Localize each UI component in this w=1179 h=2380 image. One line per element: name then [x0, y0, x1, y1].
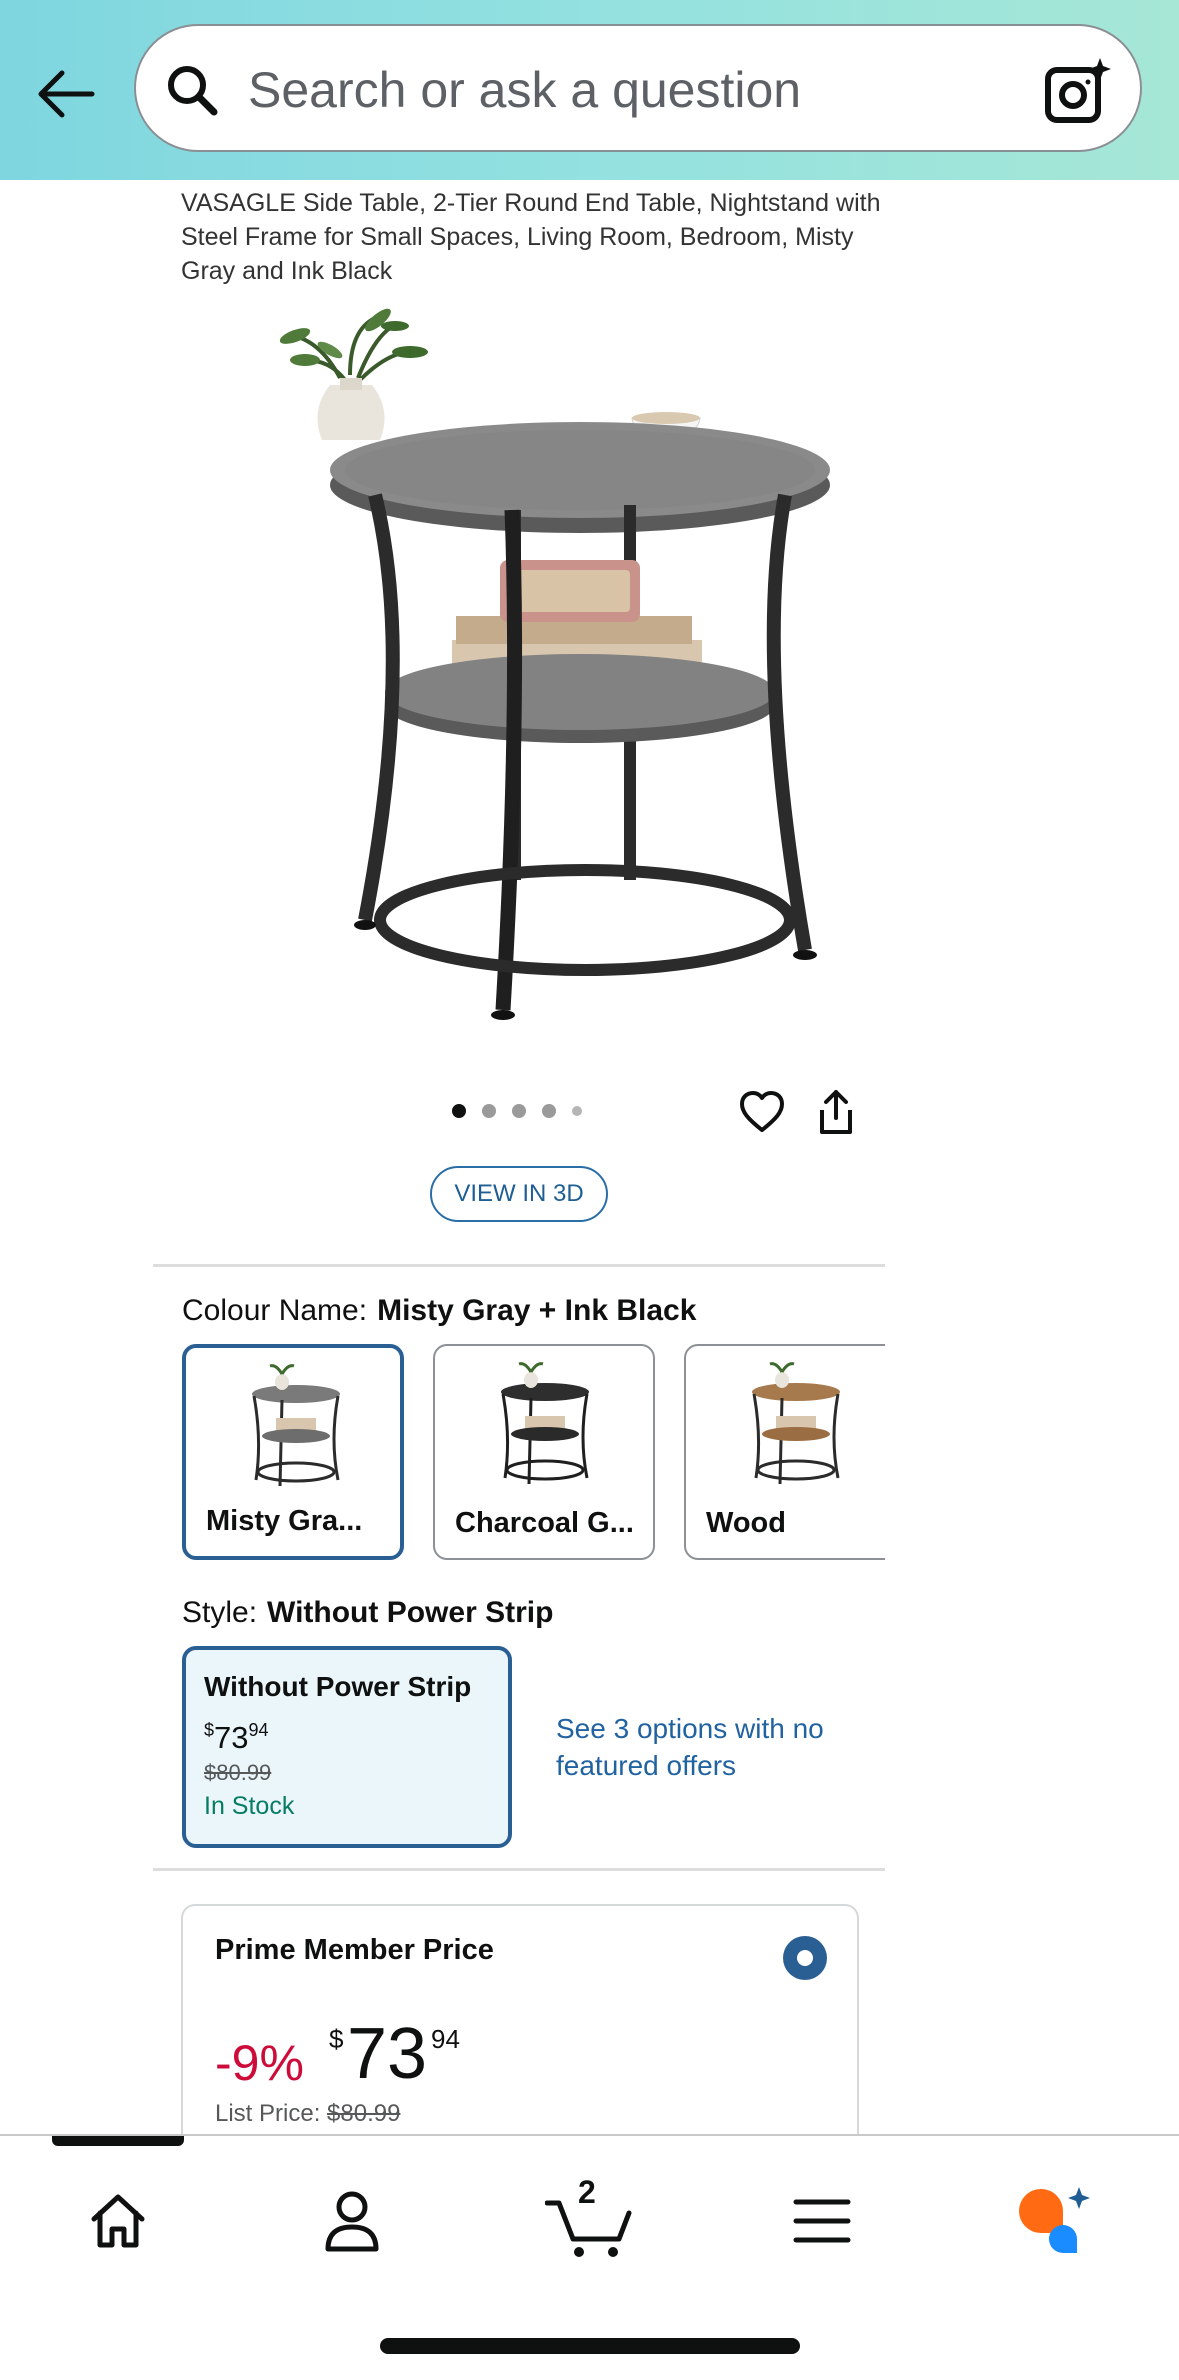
back-button[interactable] — [30, 58, 102, 130]
price-whole: 73 — [347, 2014, 428, 2094]
colour-swatches: Misty Gra... Charcoal G... Wood — [182, 1342, 885, 1564]
stock-status: In Stock — [204, 1792, 295, 1820]
currency-symbol: $ — [204, 1720, 215, 1740]
price-fraction: 94 — [431, 2024, 460, 2054]
pager-dot[interactable] — [482, 1104, 496, 1118]
active-tab-indicator — [52, 2136, 184, 2146]
colour-option-wood[interactable]: Wood — [684, 1344, 885, 1560]
currency-symbol: $ — [329, 2024, 344, 2054]
style-option-name: Without Power Strip — [204, 1671, 472, 1702]
style-option-without-power-strip[interactable]: Without Power Strip $7394 $80.99 In Stoc… — [182, 1646, 512, 1848]
vase-plant — [279, 308, 428, 440]
style-row: Style: Without Power Strip — [182, 1594, 553, 1632]
divider — [153, 1868, 885, 1871]
search-input[interactable]: Search or ask a question — [248, 60, 801, 120]
share-icon[interactable] — [816, 1088, 856, 1136]
pager-dot[interactable] — [542, 1104, 556, 1118]
pager-dot[interactable] — [572, 1106, 582, 1116]
nav-assistant[interactable] — [1010, 2176, 1100, 2266]
price-whole: 73 — [214, 1720, 249, 1755]
swatch-thumbnail — [752, 1362, 840, 1485]
swatch-label: Wood — [706, 1507, 786, 1539]
discount-percent: -9% — [215, 2035, 304, 2091]
swatch-thumbnail — [252, 1364, 340, 1487]
home-indicator — [380, 2338, 800, 2354]
see-options-link[interactable]: See 3 options with no featured offers — [556, 1710, 856, 1784]
nav-cart[interactable]: 2 — [540, 2174, 640, 2266]
cart-count-badge: 2 — [578, 2174, 596, 2210]
style-selected-value: Without Power Strip — [267, 1596, 554, 1629]
user-icon — [325, 2191, 379, 2252]
nav-menu[interactable] — [777, 2176, 867, 2266]
search-bar[interactable]: Search or ask a question — [134, 24, 1142, 152]
colour-selected-value: Misty Gray + Ink Black — [377, 1294, 697, 1327]
colour-label: Colour Name: — [182, 1294, 368, 1327]
camera-lens-icon[interactable] — [1042, 56, 1112, 126]
radio-selected[interactable] — [783, 1936, 827, 1980]
nav-home[interactable] — [73, 2176, 163, 2266]
pager-dot[interactable] — [452, 1104, 466, 1118]
swatch-label: Charcoal G... — [455, 1507, 634, 1539]
prime-price-card[interactable]: Prime Member Price -9% $ 73 94 List Pric… — [181, 1904, 859, 2154]
back-arrow-icon — [38, 70, 95, 118]
colour-name-row: Colour Name: Misty Gray + Ink Black — [182, 1292, 696, 1330]
divider — [153, 1264, 885, 1267]
top-header: Search or ask a question — [0, 0, 1179, 180]
style-option-price: $7394 — [204, 1712, 490, 1756]
style-option-was-price: $80.99 — [204, 1760, 272, 1785]
prime-member-price-label: Prime Member Price — [215, 1934, 494, 1966]
list-price: List Price: $80.99 — [215, 2100, 400, 2128]
price-fraction: 94 — [248, 1720, 269, 1740]
product-title: VASAGLE Side Table, 2-Tier Round End Tab… — [181, 189, 881, 285]
colour-option-charcoal-gray[interactable]: Charcoal G... — [433, 1344, 655, 1560]
view-in-3d-button[interactable]: VIEW IN 3D — [430, 1166, 608, 1222]
heart-icon[interactable] — [738, 1088, 786, 1136]
swatch-thumbnail — [501, 1362, 589, 1485]
ai-assistant-icon — [1019, 2187, 1090, 2253]
search-icon — [168, 66, 218, 116]
list-price-value: $80.99 — [327, 2100, 401, 2127]
list-price-label: List Price: — [215, 2100, 321, 2127]
product-image[interactable]: NEW HOME — [200, 300, 840, 1040]
image-pager-dots[interactable] — [452, 1104, 582, 1118]
pager-dot[interactable] — [512, 1104, 526, 1118]
style-label: Style: — [182, 1596, 258, 1629]
menu-icon — [793, 2199, 851, 2243]
nav-account[interactable] — [307, 2176, 397, 2266]
colour-option-misty-gray[interactable]: Misty Gra... — [182, 1344, 404, 1560]
swatch-label: Misty Gra... — [206, 1505, 363, 1537]
home-icon — [91, 2194, 145, 2248]
